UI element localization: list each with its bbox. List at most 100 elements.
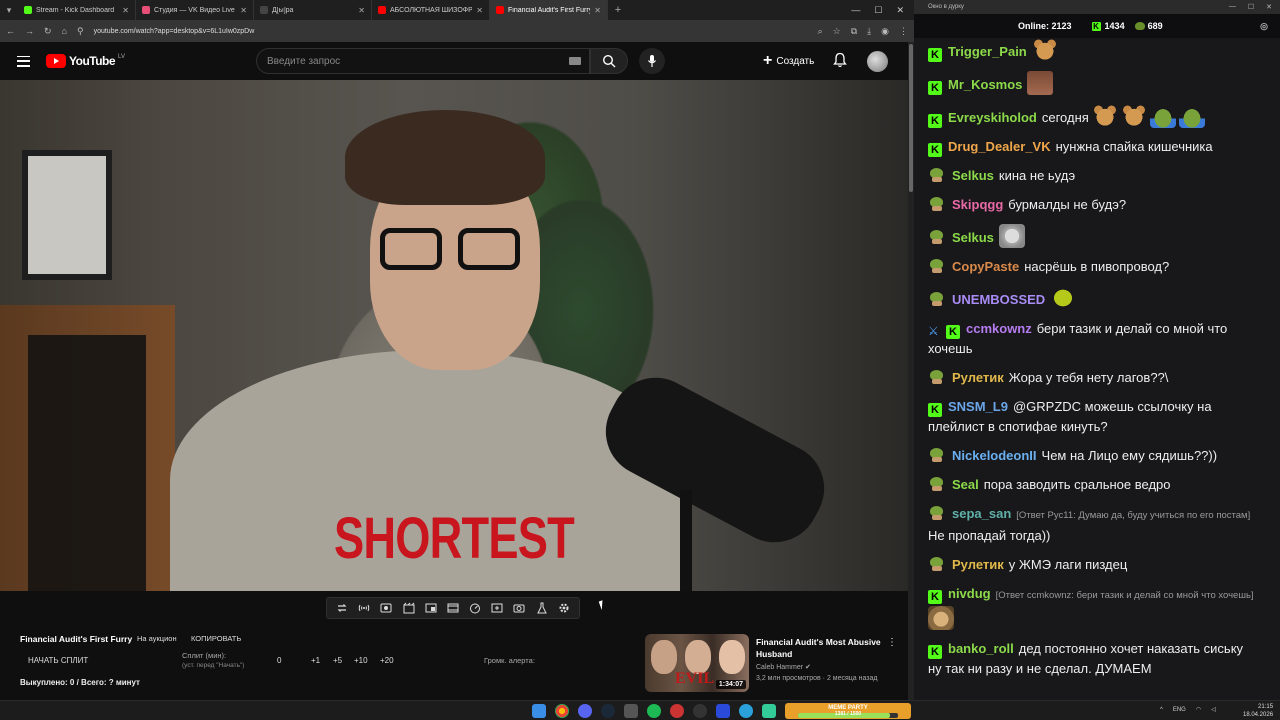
obs-icon[interactable] xyxy=(693,704,707,718)
audio-waves-icon[interactable] xyxy=(357,601,371,615)
url-field[interactable]: youtube.com/watch?app=desktop&v=6L1uIw0z… xyxy=(94,28,808,35)
extensions-icon[interactable]: ⧉ xyxy=(851,26,857,37)
tab-search-icon[interactable]: ▾ xyxy=(0,0,18,20)
tab-close-icon[interactable]: ✕ xyxy=(594,6,601,15)
clapper-icon[interactable] xyxy=(402,601,416,615)
volume-icon[interactable]: ◁ xyxy=(1211,706,1216,713)
browser-tab[interactable]: Студия — VK Видео Live ✕ xyxy=(136,0,254,20)
browser-tab[interactable]: Stream - Kick Dashboard ✕ xyxy=(18,0,136,20)
chat-username[interactable]: Рулетик xyxy=(952,370,1004,385)
chat-username[interactable]: Selkus xyxy=(952,168,994,183)
more-options-icon[interactable]: ⋮ xyxy=(887,637,897,648)
flask-icon[interactable] xyxy=(535,601,549,615)
camera-icon[interactable] xyxy=(512,601,526,615)
language-indicator[interactable]: ENG xyxy=(1173,707,1186,713)
chat-username[interactable]: UNEMBOSSED xyxy=(952,292,1045,307)
youtube-logo[interactable]: YouTube LV xyxy=(46,54,125,68)
browser-tab[interactable]: Д[ы]ра ✕ xyxy=(254,0,372,20)
loop-icon[interactable] xyxy=(335,601,349,615)
chat-username[interactable]: Evreyskiholod xyxy=(948,110,1037,125)
chat-username[interactable]: Drug_Dealer_VK xyxy=(948,139,1051,154)
recommended-title[interactable]: Financial Audit's Most Abusive Husband xyxy=(756,636,884,660)
network-icon[interactable]: ◠ xyxy=(1196,706,1201,713)
app-icon[interactable] xyxy=(670,704,684,718)
start-split-button[interactable]: НАЧАТЬ СПЛИТ xyxy=(28,656,88,665)
notifications-button[interactable] xyxy=(833,52,847,73)
star-icon[interactable]: ☆ xyxy=(833,26,841,37)
film-icon[interactable] xyxy=(446,601,460,615)
spotify-icon[interactable] xyxy=(647,704,661,718)
browser-tab[interactable]: АБСОЛЮТНАЯ ШИЗОФРЕНИЯ✕ xyxy=(372,0,490,20)
search-input[interactable]: Введите запрос xyxy=(256,48,590,74)
chat-username[interactable]: NickelodeonII xyxy=(952,448,1037,463)
chat-username[interactable]: SNSM_L9 xyxy=(948,399,1008,414)
tab-close-icon[interactable]: ✕ xyxy=(240,6,247,15)
tab-close-icon[interactable]: ✕ xyxy=(122,6,129,15)
forward-icon[interactable]: → xyxy=(25,26,34,36)
chat-username[interactable]: Skipqgg xyxy=(952,197,1003,212)
profile-icon[interactable]: ◉ xyxy=(881,26,889,37)
meme-party-widget[interactable]: MEME PARTY 1381 / 1500 xyxy=(785,703,911,719)
scrollbar-thumb[interactable] xyxy=(909,44,913,192)
home-icon[interactable]: ⌂ xyxy=(62,26,67,36)
recommended-video[interactable]: EVIL 1:34:07 Financial Audit's Most Abus… xyxy=(645,634,910,692)
chat-username[interactable]: nivdug xyxy=(948,586,991,601)
tab-close-icon[interactable]: ✕ xyxy=(476,6,483,15)
copy-button[interactable]: КОПИРОВАТЬ xyxy=(191,634,241,643)
channel-name[interactable]: Caleb Hammer ✔ xyxy=(756,663,811,671)
menu-icon[interactable]: ⋮ xyxy=(899,26,908,37)
speed-icon[interactable] xyxy=(379,601,393,615)
app-icon[interactable] xyxy=(762,704,776,718)
app-icon[interactable] xyxy=(716,704,730,718)
chat-username[interactable]: Рулетик xyxy=(952,557,1004,572)
chat-scrollbar[interactable] xyxy=(1268,38,1280,700)
tray-chevron-icon[interactable]: ^ xyxy=(1160,707,1163,713)
minimize-icon[interactable]: — xyxy=(1229,3,1236,11)
video-player[interactable]: SHORTEST xyxy=(0,80,908,591)
telegram-icon[interactable] xyxy=(739,704,753,718)
maximize-icon[interactable]: ☐ xyxy=(1248,3,1254,11)
clock[interactable]: 21:15 18.04.2026 xyxy=(1243,703,1273,719)
split-value-input[interactable]: 0 xyxy=(277,656,281,665)
gear-icon[interactable] xyxy=(557,601,571,615)
discord-icon[interactable] xyxy=(578,704,592,718)
reload-icon[interactable]: ↻ xyxy=(44,26,52,37)
account-avatar[interactable] xyxy=(867,51,888,72)
chat-username[interactable]: CopyPaste xyxy=(952,259,1019,274)
hamburger-menu-icon[interactable] xyxy=(17,55,30,67)
steam-icon[interactable] xyxy=(601,704,615,718)
frame-icon[interactable] xyxy=(424,601,438,615)
chat-username[interactable]: banko_roll xyxy=(948,641,1014,656)
increment-button[interactable]: +20 xyxy=(380,656,394,665)
close-icon[interactable]: ✕ xyxy=(896,5,904,16)
add-frame-icon[interactable] xyxy=(490,601,504,615)
maximize-icon[interactable]: ☐ xyxy=(874,5,882,16)
create-button[interactable]: + Создать xyxy=(757,50,820,72)
chrome-icon[interactable] xyxy=(555,704,569,718)
zoom-icon[interactable]: ⌕ xyxy=(818,26,823,37)
chat-username[interactable]: Mr_Kosmos xyxy=(948,77,1022,92)
voice-search-button[interactable] xyxy=(639,48,665,74)
chat-username[interactable]: ccmkownz xyxy=(966,321,1032,336)
back-icon[interactable]: ← xyxy=(6,26,15,36)
browser-tab[interactable]: Financial Audit's First Furry - Yo ✕ xyxy=(490,0,608,20)
increment-button[interactable]: +10 xyxy=(354,656,368,665)
chat-username[interactable]: sepa_san xyxy=(952,506,1011,521)
keyboard-icon[interactable] xyxy=(569,57,581,65)
settings-icon[interactable]: ◎ xyxy=(1260,21,1268,32)
explorer-icon[interactable] xyxy=(624,704,638,718)
auction-status-button[interactable]: На аукцион xyxy=(137,634,177,643)
search-button[interactable] xyxy=(590,48,628,74)
new-tab-button[interactable]: + xyxy=(608,4,628,16)
increment-button[interactable]: +5 xyxy=(333,656,342,665)
close-icon[interactable]: ✕ xyxy=(1266,3,1272,11)
video-thumbnail[interactable]: EVIL 1:34:07 xyxy=(645,634,749,692)
chat-username[interactable]: Seal xyxy=(952,477,979,492)
increment-button[interactable]: +1 xyxy=(311,656,320,665)
tab-close-icon[interactable]: ✕ xyxy=(358,6,365,15)
chat-username[interactable]: Trigger_Pain xyxy=(948,44,1027,59)
chat-username[interactable]: Selkus xyxy=(952,230,994,245)
downloads-icon[interactable]: ⤓ xyxy=(867,26,871,37)
site-info-icon[interactable]: ⚲ xyxy=(77,26,84,37)
gauge-icon[interactable] xyxy=(468,601,482,615)
